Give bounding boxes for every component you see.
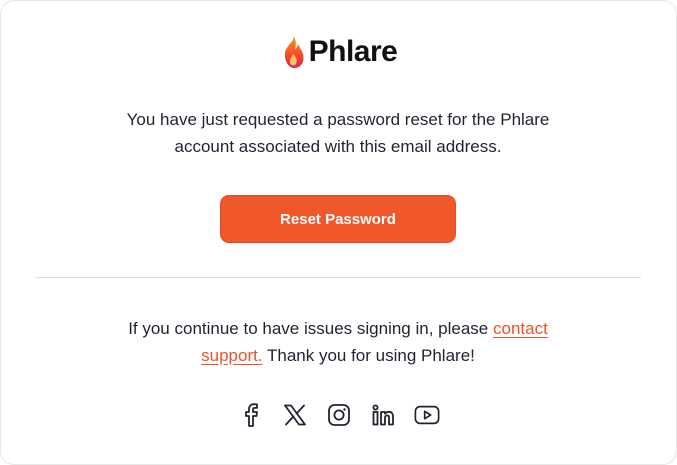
divider <box>36 277 641 278</box>
reset-password-button[interactable]: Reset Password <box>220 195 456 243</box>
youtube-icon <box>414 405 439 425</box>
instagram-icon <box>327 404 350 426</box>
contact-support-link-2[interactable]: support. <box>201 346 262 365</box>
x-link[interactable] <box>282 402 308 428</box>
linkedin-icon <box>372 404 394 426</box>
youtube-link[interactable] <box>414 402 440 428</box>
intro-line-2: account associated with this email addre… <box>174 137 502 156</box>
facebook-link[interactable] <box>238 402 264 428</box>
support-text-before: If you continue to have issues signing i… <box>128 319 493 338</box>
contact-support-link[interactable]: contact <box>493 319 548 338</box>
flame-icon <box>284 35 304 68</box>
intro-message: You have just requested a password reset… <box>88 106 588 160</box>
support-text-after: Thank you for using Phlare! <box>262 346 475 365</box>
linkedin-link[interactable] <box>370 402 396 428</box>
brand-name: Phlare <box>308 35 398 68</box>
instagram-link[interactable] <box>326 402 352 428</box>
facebook-icon <box>244 403 258 427</box>
support-message: If you continue to have issues signing i… <box>88 315 588 369</box>
intro-line-1: You have just requested a password reset… <box>126 110 550 129</box>
x-icon <box>283 404 306 426</box>
brand-logo: Phlare <box>0 34 677 70</box>
social-links <box>0 402 677 428</box>
